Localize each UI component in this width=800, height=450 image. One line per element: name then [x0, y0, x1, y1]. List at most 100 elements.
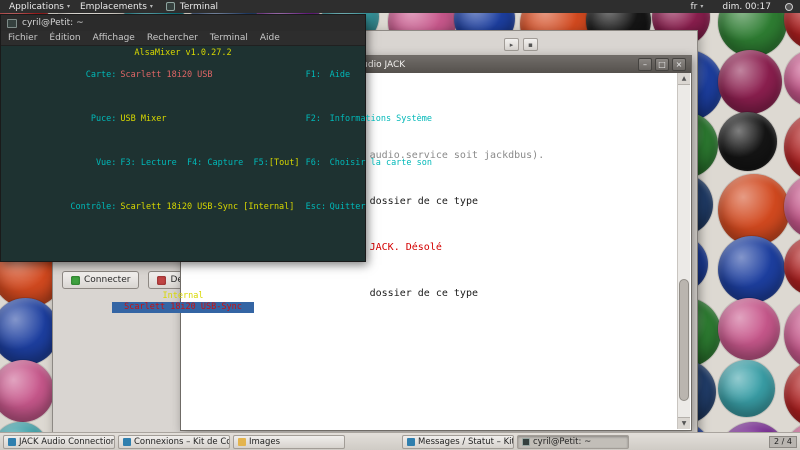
desktop-art-circle: [784, 360, 800, 428]
desktop-art-circle: [784, 112, 800, 182]
log-line: [189, 380, 674, 392]
disconnect-icon: [157, 276, 166, 285]
alsamixer-info-row: Contrôle:Scarlett 18i20 USB-Sync [Intern…: [1, 191, 365, 235]
taskbar-window-button[interactable]: Messages / Statut – Kit de Conne...: [402, 435, 514, 449]
clock[interactable]: dim. 00:17: [717, 2, 776, 12]
alsamixer-row-label: Vue:: [68, 158, 116, 169]
connect-icon: [71, 276, 80, 285]
taskbar-window-button[interactable]: cyril@Petit: ~: [517, 435, 629, 449]
desktop-art-circle: [718, 360, 775, 417]
terminal-icon: [7, 19, 17, 28]
desktop-art-circle: [718, 298, 780, 360]
alsamixer-row-label: Contrôle:: [68, 202, 116, 213]
log-line: [189, 334, 674, 346]
desktop-art-circle: [784, 236, 800, 296]
scrollbar-thumb[interactable]: [679, 279, 689, 400]
window-icon: [238, 438, 246, 446]
terminal-titlebar[interactable]: cyril@Petit: ~: [1, 15, 365, 31]
close-icon[interactable]: ×: [672, 58, 686, 71]
menu-item[interactable]: Aide: [260, 33, 280, 43]
terminal-menubar: Fichier Édition Affichage Rechercher Ter…: [1, 31, 365, 46]
keyboard-layout-indicator[interactable]: fr ▾: [685, 2, 708, 12]
terminal-window: cyril@Petit: ~ Fichier Édition Affichage…: [0, 14, 366, 262]
alsamixer-row-label: Puce:: [68, 114, 116, 125]
taskbar-window-button[interactable]: Connexions – Kit de Connexion Au...: [118, 435, 230, 449]
desktop-art-circle: [784, 50, 800, 107]
scroll-down-icon[interactable]: ▼: [678, 417, 690, 429]
taskbar-window-label: JACK Audio Connection Kit [(par...: [19, 437, 115, 447]
fkey-label: F1:: [306, 70, 330, 81]
applications-menu[interactable]: Applications ▾: [4, 0, 75, 13]
desktop-art-circle: [0, 360, 54, 422]
session-status-icon[interactable]: [785, 3, 793, 11]
fkey-label: F6:: [306, 158, 330, 169]
fkey-description: Choisir la carte son: [330, 158, 432, 168]
fkey-label: F2:: [306, 114, 330, 125]
alsamixer-row-value: USB Mixer: [120, 114, 166, 124]
jack-main-toolbar: ▸ ▪: [504, 38, 538, 51]
taskbar-window-label: Messages / Statut – Kit de Conne...: [418, 437, 514, 447]
terminal-content[interactable]: AlsaMixer v1.0.27.2 Carte:Scarlett 18i20…: [1, 46, 365, 261]
workspace-switcher[interactable]: 2 / 4: [769, 436, 797, 448]
toolbar-icon-1[interactable]: ▸: [504, 38, 519, 51]
alsamixer-fkey-hint: F6:Choisir la carte son: [234, 147, 432, 180]
alsamixer-row-label: Carte:: [68, 70, 116, 81]
desktop-art-circle: [784, 298, 800, 371]
chevron-down-icon: ▾: [150, 3, 153, 10]
window-icon: [522, 438, 530, 446]
places-menu[interactable]: Emplacements ▾: [75, 0, 158, 13]
desktop: Applications ▾ Emplacements ▾ Terminal f…: [0, 0, 800, 450]
window-icon: [8, 438, 16, 446]
fkey-description: Informations Système: [330, 114, 432, 124]
log-line: [189, 426, 674, 430]
menu-item[interactable]: Fichier: [8, 33, 37, 43]
alsamixer-control-area: Internal Scarlett 18i20 USB-Sync: [1, 291, 365, 313]
top-panel: Applications ▾ Emplacements ▾ Terminal f…: [0, 0, 800, 13]
connect-button[interactable]: Connecter: [62, 271, 139, 289]
chevron-down-icon: ▾: [700, 3, 703, 10]
chevron-down-icon: ▾: [67, 3, 70, 10]
fkey-label: Esc:: [306, 202, 330, 213]
menu-item[interactable]: Édition: [49, 33, 80, 43]
scroll-up-icon[interactable]: ▲: [678, 73, 690, 85]
desktop-art-circle: [784, 174, 800, 239]
alsamixer-fkey-hint: F2:Informations Système: [234, 103, 432, 136]
keyboard-layout-label: fr: [690, 2, 697, 12]
alsamixer-selected-control[interactable]: Scarlett 18i20 USB-Sync: [112, 302, 254, 313]
window-title: cyril@Petit: ~: [22, 18, 84, 28]
desktop-art-circle: [718, 236, 785, 303]
panel-status-area: fr ▾ dim. 00:17: [685, 2, 796, 12]
alsamixer-title: AlsaMixer v1.0.27.2: [1, 48, 365, 59]
alsamixer-info-row: Puce:USB Mixer F2:Informations Système: [1, 103, 365, 147]
alsamixer-info-row: Carte:Scarlett 18i20 USB F1:Aide: [1, 59, 365, 103]
active-app-indicator[interactable]: Terminal: [175, 0, 223, 13]
window-list-taskbar: JACK Audio Connection Kit [(par... Conne…: [0, 432, 800, 450]
vertical-scrollbar[interactable]: ▲ ▼: [677, 73, 690, 429]
taskbar-window-label: Images: [249, 437, 280, 447]
window-icon: [407, 438, 415, 446]
menu-item[interactable]: Rechercher: [147, 33, 198, 43]
alsamixer-info-row: Vue:F3: Lecture F4: Capture F5:[Tout] F6…: [1, 147, 365, 191]
toolbar-icon-2[interactable]: ▪: [523, 38, 538, 51]
taskbar-window-button[interactable]: Images: [233, 435, 345, 449]
active-app-name: Terminal: [180, 2, 218, 12]
fkey-description: Aide: [330, 70, 350, 80]
taskbar-window-button[interactable]: JACK Audio Connection Kit [(par...: [3, 435, 115, 449]
applications-menu-label: Applications: [9, 2, 64, 12]
desktop-art-circle: [718, 112, 777, 171]
alsamixer-item-value: Internal: [1, 291, 365, 302]
menu-item[interactable]: Terminal: [210, 33, 248, 43]
clock-label: dim. 00:17: [722, 2, 771, 12]
window-icon: [123, 438, 131, 446]
maximize-icon[interactable]: □: [655, 58, 669, 71]
places-menu-label: Emplacements: [80, 2, 147, 12]
workspace-indicator-label: 2 / 4: [774, 437, 792, 446]
alsamixer-header: Carte:Scarlett 18i20 USB F1:Aide Puce: US…: [1, 59, 365, 235]
desktop-art-circle: [718, 50, 782, 114]
window-controls: – □ ×: [638, 58, 686, 71]
alsamixer-fkey-hint: Esc:Quitter: [234, 191, 365, 224]
minimize-icon[interactable]: –: [638, 58, 652, 71]
taskbar-window-label: Connexions – Kit de Connexion Au...: [134, 437, 230, 447]
connect-button-label: Connecter: [84, 275, 130, 285]
menu-item[interactable]: Affichage: [93, 33, 135, 43]
